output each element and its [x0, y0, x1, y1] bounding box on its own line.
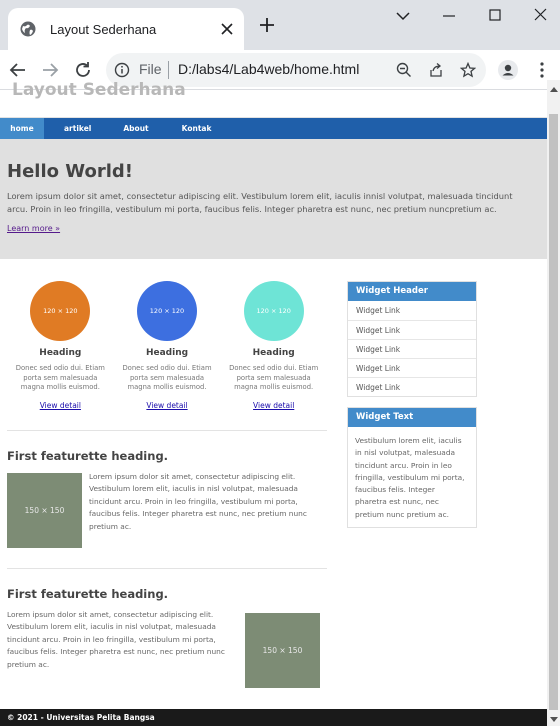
back-arrow-icon[interactable]	[8, 60, 28, 80]
site-title: Layout Sederhana	[12, 80, 186, 100]
circle-image: 120 × 120	[243, 281, 304, 341]
url-scheme-label: File	[139, 61, 162, 77]
widget-text-title: Widget Text	[348, 408, 476, 427]
featurette: First featurette heading. Lorem ipsum do…	[7, 587, 327, 688]
close-tab-icon[interactable]	[220, 22, 234, 36]
profile-avatar-icon[interactable]	[498, 60, 518, 80]
widget-header-title: Widget Header	[348, 282, 476, 301]
tab-search-chevron-icon[interactable]	[392, 6, 414, 26]
nav-home[interactable]: home	[0, 118, 44, 139]
new-tab-icon[interactable]	[256, 14, 278, 36]
page-scrollbar[interactable]	[547, 80, 560, 726]
featurette-image: 150 × 150	[245, 612, 320, 688]
view-detail-link[interactable]: View detail	[40, 401, 81, 410]
learn-more-link[interactable]: Learn more »	[7, 224, 60, 233]
divider	[7, 567, 327, 569]
site-info-icon[interactable]	[114, 62, 130, 78]
globe-icon	[20, 21, 36, 37]
circle-text: Donec sed odio dui. Etiam porta sem male…	[15, 364, 105, 391]
featurette-image: 150 × 150	[7, 472, 82, 548]
circle-card: 120 × 120 Heading Donec sed odio dui. Et…	[7, 281, 114, 412]
widget-link[interactable]: Widget Link	[348, 358, 476, 377]
widget-link[interactable]: Widget Link	[348, 301, 476, 320]
featurette-text: Lorem ipsum dolor sit amet, consectetur …	[7, 609, 225, 669]
hero-section: Hello World! Lorem ipsum dolor sit amet,…	[0, 139, 547, 259]
divider	[7, 429, 327, 431]
circle-text: Donec sed odio dui. Etiam porta sem male…	[122, 364, 212, 391]
nav-about[interactable]: About	[123, 118, 148, 139]
widget-link[interactable]: Widget Link	[348, 377, 476, 396]
circle-image: 120 × 120	[30, 281, 91, 341]
circle-text: Donec sed odio dui. Etiam porta sem male…	[229, 364, 319, 391]
view-detail-link[interactable]: View detail	[253, 401, 294, 410]
forward-arrow-icon[interactable]	[40, 60, 60, 80]
bookmark-star-icon[interactable]	[460, 62, 476, 78]
main-content: 120 × 120 Heading Donec sed odio dui. Et…	[7, 281, 327, 688]
url-text[interactable]: D:/labs4/Lab4web/home.html	[178, 61, 359, 77]
circle-heading: Heading	[252, 348, 295, 358]
circle-heading: Heading	[39, 348, 82, 358]
site-footer: © 2021 - Universitas Pelita Bangsa	[0, 709, 547, 726]
widget-link[interactable]: Widget Link	[348, 339, 476, 358]
featurette: First featurette heading. 150 × 150 Lore…	[7, 449, 327, 548]
featurette-heading: First featurette heading.	[7, 448, 169, 463]
reload-icon[interactable]	[73, 60, 93, 80]
share-icon[interactable]	[428, 62, 444, 78]
widget-text-box: Widget Text Vestibulum lorem elit, iacul…	[347, 407, 477, 529]
hero-heading: Hello World!	[7, 161, 133, 182]
hero-text: Lorem ipsum dolor sit amet, consectetur …	[7, 191, 513, 214]
widget-links: Widget Header Widget Link Widget Link Wi…	[347, 281, 477, 397]
sidebar: Widget Header Widget Link Widget Link Wi…	[347, 281, 477, 529]
zoom-icon[interactable]	[396, 62, 412, 78]
nav-kontak[interactable]: Kontak	[182, 118, 212, 139]
url-divider	[168, 61, 169, 79]
scroll-up-arrow-icon[interactable]	[550, 87, 558, 92]
tab-title: Layout Sederhana	[50, 21, 157, 37]
featurette-heading: First featurette heading.	[7, 586, 169, 601]
browser-tabstrip: Layout Sederhana	[0, 0, 560, 50]
main-nav: home artikel About Kontak	[0, 118, 547, 139]
scroll-thumb[interactable]	[549, 114, 558, 710]
page-viewport: Layout Sederhana home artikel About Kont…	[0, 80, 560, 726]
nav-artikel[interactable]: artikel	[64, 118, 91, 139]
view-detail-link[interactable]: View detail	[146, 401, 187, 410]
maximize-icon[interactable]	[484, 6, 506, 26]
widget-text-body: Vestibulum lorem elit, iaculis in nisl v…	[355, 436, 465, 519]
circle-card: 120 × 120 Heading Donec sed odio dui. Et…	[114, 281, 221, 412]
scroll-down-arrow-icon[interactable]	[550, 717, 558, 722]
browser-menu-icon[interactable]	[532, 60, 552, 80]
site-header: Layout Sederhana	[0, 80, 560, 118]
circle-heading: Heading	[145, 348, 189, 358]
widget-link[interactable]: Widget Link	[348, 320, 476, 339]
close-window-icon[interactable]	[530, 6, 552, 26]
circle-image: 120 × 120	[137, 281, 197, 341]
circle-card: 120 × 120 Heading Donec sed odio dui. Et…	[220, 281, 327, 412]
circle-row: 120 × 120 Heading Donec sed odio dui. Et…	[7, 281, 327, 412]
browser-tab[interactable]: Layout Sederhana	[8, 8, 244, 50]
minimize-icon[interactable]	[438, 6, 460, 26]
featurette-text: Lorem ipsum dolor sit amet, consectetur …	[89, 471, 307, 531]
